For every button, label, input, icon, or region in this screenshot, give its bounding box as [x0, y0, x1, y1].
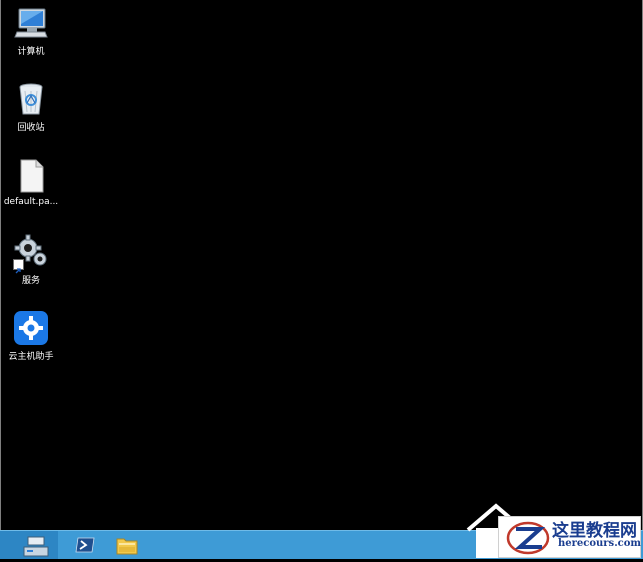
watermark-url: herecours.com: [558, 538, 642, 549]
screen-edge-left: [0, 0, 1, 530]
file-explorer-icon: [116, 535, 138, 555]
desktop-icon-cloud-host-assistant[interactable]: 云主机助手: [2, 307, 60, 377]
desktop-icon-label: 云主机助手: [8, 352, 54, 362]
start-button[interactable]: [0, 531, 58, 559]
shortcut-arrow-icon: [13, 259, 24, 274]
document-icon: [13, 158, 49, 194]
desktop-icon-label: 回收站: [17, 123, 45, 133]
server-manager-icon: [22, 534, 50, 558]
desktop-icon-recycle-bin[interactable]: 回收站: [2, 78, 60, 148]
taskbar-app-powershell[interactable]: [66, 532, 104, 558]
services-gear-icon: [13, 234, 49, 274]
powershell-icon: [75, 535, 95, 555]
watermark-logo-icon: [506, 521, 550, 555]
taskbar-app-file-explorer[interactable]: [108, 532, 146, 558]
desktop-icon-label: 计算机: [17, 47, 45, 57]
computer-icon: [13, 5, 49, 41]
desktop-icon-computer[interactable]: 计算机: [2, 2, 60, 72]
watermark: 这里教程网 herecours.com: [466, 500, 643, 559]
desktop[interactable]: 计算机 回收站 default.pa... 服务 云主机助手: [0, 0, 643, 530]
desktop-icon-label: 服务: [21, 276, 40, 286]
desktop-icon-document[interactable]: default.pa...: [2, 155, 60, 225]
recycle-bin-icon: [13, 81, 49, 117]
desktop-icon-services[interactable]: 服务: [2, 231, 60, 301]
desktop-icon-label: default.pa...: [3, 197, 59, 207]
cloud-host-assistant-icon: [13, 310, 49, 346]
